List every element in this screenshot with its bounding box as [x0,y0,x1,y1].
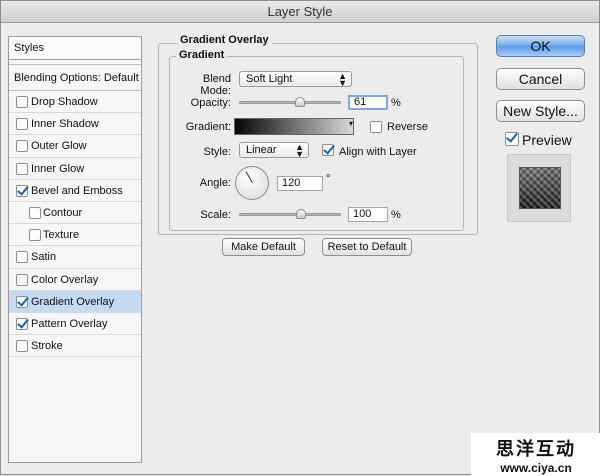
style-item-drop-shadow[interactable]: Drop Shadow [9,91,141,114]
style-item-label: Inner Glow [31,162,85,175]
style-items: Drop Shadow Inner Shadow Outer Glow Inner G… [9,91,141,358]
style-item-stroke[interactable]: Stroke [9,335,141,358]
style-item-label: Drop Shadow [31,96,98,108]
style-preview [507,154,571,222]
window-title: Layer Style [1,1,599,23]
scale-label: Scale: [200,209,231,221]
style-item-gradient-overlay[interactable]: Gradient Overlay [9,290,141,313]
styles-header[interactable]: Styles [9,37,141,60]
style-item-inner-shadow[interactable]: Inner Shadow [9,113,141,136]
style-checkbox[interactable] [16,118,28,131]
angle-needle [245,171,253,183]
updown-arrows-icon: ▲ ▼ [295,142,304,159]
make-default-button[interactable]: Make Default [222,238,305,256]
cancel-button[interactable]: Cancel [496,68,585,90]
reverse-checkbox[interactable] [370,121,382,133]
angle-input[interactable]: 120 [277,176,323,191]
scale-unit: % [391,209,401,221]
watermark-chinese: 思洋互动 [496,439,576,460]
style-checkbox[interactable] [16,340,28,353]
style-item-texture[interactable]: Texture [9,224,141,247]
align-with-layer-checkbox[interactable] [322,144,334,156]
gradient-picker[interactable] [234,118,354,135]
style-item-label: Color Overlay [31,273,99,286]
style-value: Linear [246,144,277,156]
scale-input[interactable]: 100 [348,207,388,222]
angle-dial[interactable] [235,166,269,200]
watermark-url: www.ciya.cn [500,461,572,475]
watermark: 思洋互动 www.ciya.cn [471,433,600,476]
style-item-label: Outer Glow [31,140,87,153]
style-item-label: Pattern Overlay [31,317,108,330]
style-select[interactable]: Linear ▲ ▼ [239,142,309,159]
style-checkbox[interactable] [16,162,28,175]
style-item-color-overlay[interactable]: Color Overlay [9,269,141,291]
style-item-outer-glow[interactable]: Outer Glow [9,135,141,158]
style-checkbox[interactable] [16,295,28,308]
style-label: Style: [203,146,231,158]
opacity-unit: % [391,97,401,109]
style-checkbox[interactable] [16,140,28,153]
style-item-pattern-overlay[interactable]: Pattern Overlay [9,313,141,336]
preview-swatch [519,167,561,209]
layer-style-dialog: Layer Style Styles Blending Options: Def… [0,0,600,476]
reset-to-default-button[interactable]: Reset to Default [322,238,412,256]
preview-checkbox[interactable] [505,132,519,146]
style-item-label: Inner Shadow [31,118,99,131]
preview-label: Preview [522,132,572,148]
gradient-dropdown-icon[interactable]: ▾ [349,119,353,128]
degree-unit: ° [326,173,331,185]
style-checkbox[interactable] [16,184,28,197]
style-item-contour[interactable]: Contour [9,202,141,225]
style-checkbox[interactable] [29,206,41,219]
blend-mode-value: Soft Light [246,73,293,85]
style-item-label: Gradient Overlay [31,295,115,308]
blending-options-item[interactable]: Blending Options: Default [9,64,141,91]
style-checkbox[interactable] [16,317,28,330]
style-item-label: Contour [43,206,83,219]
style-item-label: Satin [31,251,57,264]
style-item-inner-glow[interactable]: Inner Glow [9,158,141,180]
align-with-layer-label: Align with Layer [339,146,417,158]
style-item-satin[interactable]: Satin [9,246,141,269]
style-item-label: Bevel and Emboss [31,184,123,197]
new-style-button[interactable]: New Style... [496,100,585,122]
angle-label: Angle: [199,177,231,189]
opacity-label: Opacity: [190,97,231,109]
gradient-label: Gradient: [185,121,231,133]
style-checkbox[interactable] [29,229,41,242]
subgroup-title: Gradient [176,49,228,61]
style-item-label: Stroke [31,340,63,353]
opacity-slider-track[interactable] [239,101,341,104]
group-title: Gradient Overlay [177,34,272,46]
style-item-bevel-and-emboss[interactable]: Bevel and Emboss [9,180,141,202]
scale-slider-track[interactable] [239,213,341,216]
blend-mode-select[interactable]: Soft Light ▲ ▼ [239,71,352,88]
style-checkbox[interactable] [16,273,28,286]
reverse-label: Reverse [387,121,428,133]
style-checkbox[interactable] [16,251,28,264]
updown-arrows-icon: ▲ ▼ [338,71,347,88]
ok-button[interactable]: OK [496,35,585,57]
style-checkbox[interactable] [16,96,28,108]
style-item-label: Texture [43,229,80,242]
opacity-slider-thumb[interactable] [295,97,305,107]
opacity-input[interactable]: 61 [348,95,388,110]
styles-list: Styles Blending Options: Default Drop Sh… [8,36,142,463]
blend-mode-label: Blend Mode: [200,73,231,97]
scale-slider-thumb[interactable] [296,209,306,219]
